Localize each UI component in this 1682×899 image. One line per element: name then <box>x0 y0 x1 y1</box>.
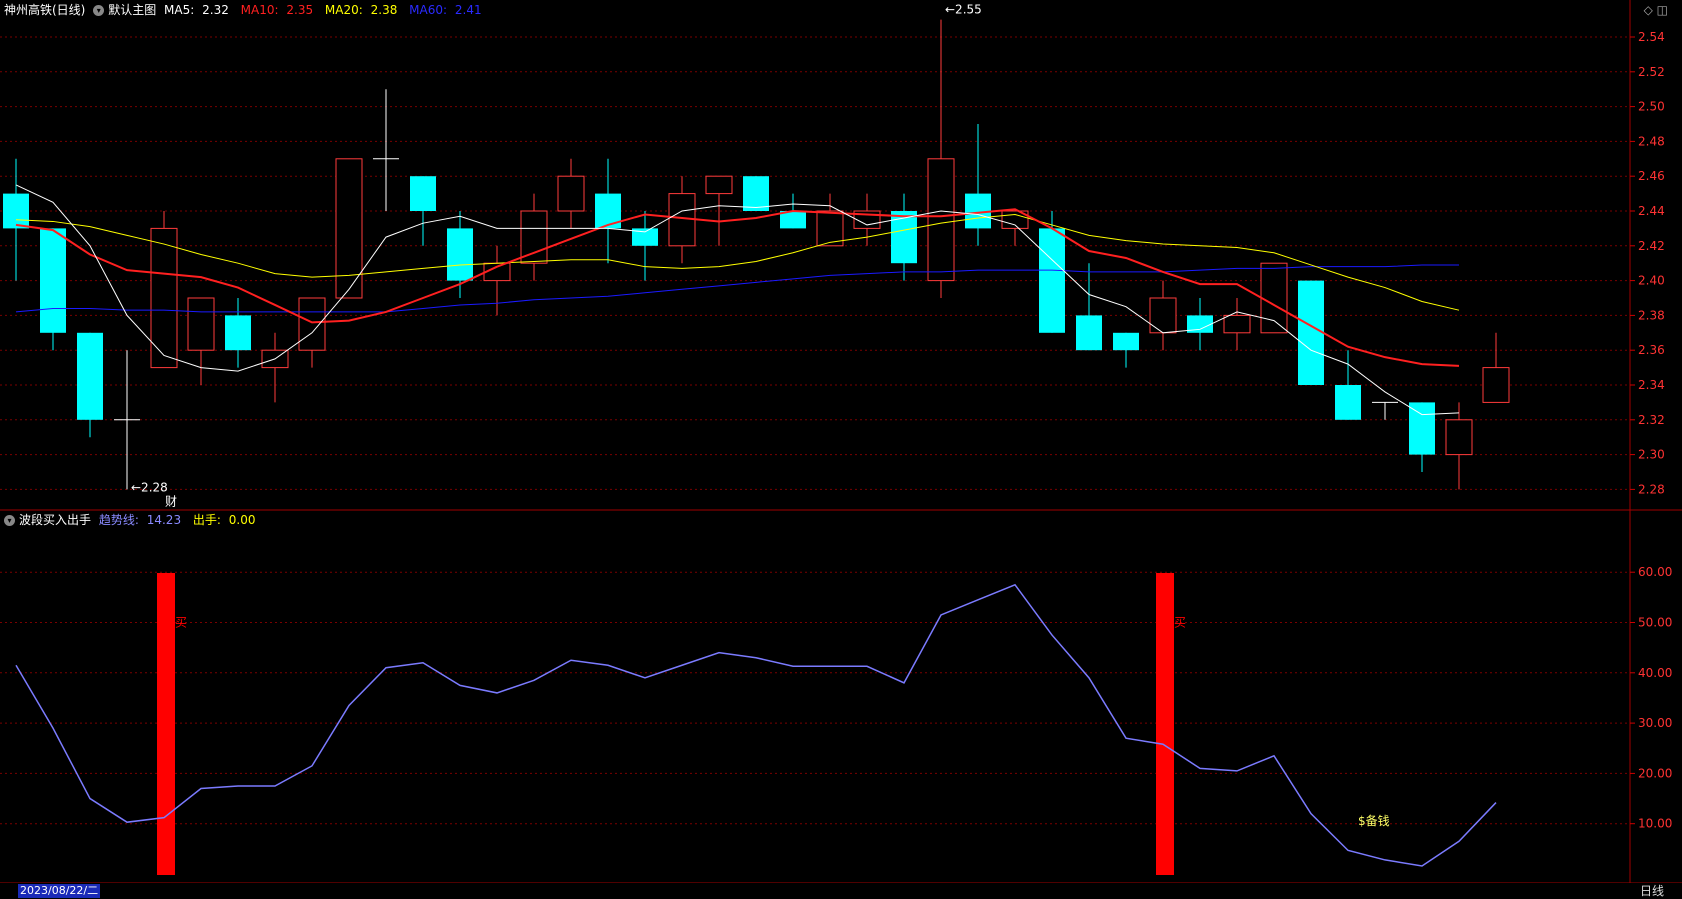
dropdown-circle-icon[interactable]: ▾ <box>93 5 105 16</box>
candle-up <box>1445 419 1473 456</box>
price-tick-label: 2.40 <box>1638 274 1665 288</box>
price-tick-label: 2.42 <box>1638 239 1665 253</box>
price-tick-label: 2.54 <box>1638 30 1665 44</box>
candle-up <box>187 297 215 351</box>
price-tick-label: 2.34 <box>1638 378 1665 392</box>
indicator-tick-label: 60.00 <box>1638 565 1672 579</box>
ma60-legend: MA60: 2.41 <box>409 3 482 17</box>
window-buttons: ◇ ◫ <box>1644 3 1668 17</box>
candle-up <box>298 297 326 351</box>
extreme-price-label: ←2.55 <box>945 3 982 17</box>
indicator-name[interactable]: 波段买入出手 <box>19 513 91 527</box>
indicator-legend: ▾ 波段买入出手 趋势线: 14.23 出手: 0.00 <box>4 512 264 529</box>
candle-down <box>891 211 917 264</box>
restore-icon[interactable]: ◇ <box>1644 3 1653 17</box>
price-tick-label: 2.30 <box>1638 448 1665 462</box>
candle-up <box>705 175 733 195</box>
price-tick-label: 2.52 <box>1638 65 1665 79</box>
extreme-price-label: ←2.28 <box>131 480 168 494</box>
out-legend: 出手: 0.00 <box>192 513 256 527</box>
price-tick-label: 2.48 <box>1638 134 1665 148</box>
candle-down <box>1113 332 1139 351</box>
buy-signal-bar <box>157 573 175 875</box>
candle-down <box>743 176 769 211</box>
candle-down <box>1335 385 1361 420</box>
window-icon[interactable]: ◫ <box>1657 3 1668 17</box>
indicator-tick-label: 50.00 <box>1638 616 1672 630</box>
ma20-line <box>15 213 1460 311</box>
main-legend: 神州高铁(日线) ▾ 默认主图 MA5: 2.32 MA10: 2.35 MA20… <box>4 2 490 19</box>
candle-down <box>1409 402 1435 455</box>
finance-marker: 财 <box>165 494 177 508</box>
chart-canvas[interactable]: 2.54 2.52 2.50 2.48 2.46 2.44 2.42 2.40 2.38 2.36… <box>0 0 1682 899</box>
ma5-legend: MA5: 2.32 <box>164 3 229 17</box>
selected-date[interactable]: 2023/08/22/二 <box>18 884 101 898</box>
period-button[interactable]: 日线 <box>1640 884 1664 898</box>
ma60-line <box>15 264 1459 313</box>
candle-up <box>1482 367 1510 403</box>
price-tick-label: 2.50 <box>1638 100 1665 114</box>
candle-down <box>40 228 66 333</box>
price-tick-label: 2.32 <box>1638 413 1665 427</box>
trend-legend: 趋势线: 14.23 <box>98 513 182 527</box>
indicator-tick-label: 40.00 <box>1638 666 1672 680</box>
time-axis-bar <box>0 883 1682 899</box>
buy-signal-label: 买 <box>175 616 187 630</box>
price-tick-label: 2.38 <box>1638 308 1665 322</box>
prepare-money-label: $备钱 <box>1358 813 1390 828</box>
price-tick-label: 2.28 <box>1638 482 1665 496</box>
indicator-tick-label: 20.00 <box>1638 766 1672 780</box>
candle-down <box>447 228 473 281</box>
buy-signal-label: 买 <box>1174 616 1186 630</box>
indicator-tick-label: 10.00 <box>1638 817 1672 831</box>
candle-down <box>410 176 436 211</box>
candle-down <box>1039 228 1065 333</box>
candle-down <box>77 332 103 420</box>
dropdown-circle-icon[interactable]: ▾ <box>4 515 15 526</box>
ma20-legend: MA20: 2.38 <box>324 3 398 17</box>
indicator-tick-label: 30.00 <box>1638 716 1672 730</box>
buy-signal-bar <box>1156 573 1174 875</box>
template-label[interactable]: 默认主图 <box>108 3 156 17</box>
stock-title[interactable]: 神州高铁(日线) <box>4 3 85 17</box>
candle-up <box>150 227 178 369</box>
candle-up <box>927 158 955 282</box>
candle-down <box>3 193 29 229</box>
price-tick-label: 2.36 <box>1638 343 1665 357</box>
price-tick-label: 2.44 <box>1638 204 1665 218</box>
candle-up <box>557 175 585 212</box>
ma10-legend: MA10: 2.35 <box>240 3 314 17</box>
candle-up <box>1149 297 1177 334</box>
candle-down <box>1298 280 1324 385</box>
candle-down <box>225 315 251 351</box>
candle-down <box>1076 315 1102 351</box>
candle-up <box>1260 262 1288 334</box>
price-tick-label: 2.46 <box>1638 169 1665 183</box>
candle-up <box>1223 314 1251 334</box>
